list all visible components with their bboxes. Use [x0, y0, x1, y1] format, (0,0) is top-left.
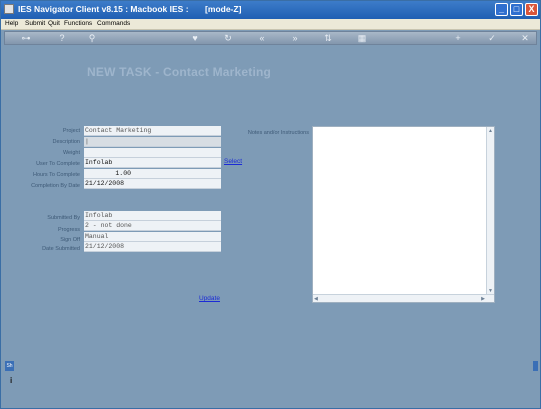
scroll-left-icon[interactable]: ◀: [314, 296, 318, 302]
submitted-by-label: Submitted By: [47, 215, 80, 221]
toolbar: ⊶ ? ⚲ ♥ ↻ « » ⇅ ▦ + ✓ ✕: [4, 31, 537, 45]
minimize-button[interactable]: _: [495, 3, 508, 16]
scroll-up-icon[interactable]: ▲: [488, 128, 493, 134]
submitted-by-field: Infolab: [84, 211, 221, 221]
notes-textarea[interactable]: ▲ ▼ ◀ ▶: [312, 126, 495, 303]
project-field[interactable]: Contact Marketing: [84, 126, 221, 136]
search-icon[interactable]: ⚲: [85, 33, 99, 44]
window-title: IES Navigator Client v8.15 : Macbook IES…: [18, 4, 242, 14]
notes-vertical-scrollbar[interactable]: ▲ ▼: [486, 127, 494, 295]
update-link[interactable]: Update: [199, 295, 220, 302]
date-submitted-label: Date Submitted: [42, 246, 80, 252]
sign-off-field: Manual: [84, 232, 221, 242]
sign-off-label: Sign Off: [60, 237, 80, 243]
weight-field[interactable]: [84, 148, 221, 158]
user-to-complete-label: User To Complete: [36, 161, 80, 167]
title-bar[interactable]: IES Navigator Client v8.15 : Macbook IES…: [1, 1, 540, 19]
weight-label: Weight: [62, 150, 80, 156]
description-field[interactable]: |: [84, 137, 221, 147]
description-label: Description: [52, 139, 80, 145]
app-icon: [4, 4, 14, 14]
fast-forward-icon[interactable]: »: [288, 33, 302, 44]
menu-bar: Help Submit Quit Functions Commands: [1, 19, 540, 30]
project-label: Project: [62, 128, 80, 134]
menu-help[interactable]: Help: [5, 20, 18, 27]
maximize-button[interactable]: □: [510, 3, 523, 16]
heart-icon[interactable]: ♥: [188, 33, 202, 44]
add-icon[interactable]: +: [451, 33, 465, 44]
toolbar-close-icon[interactable]: ✕: [518, 33, 532, 44]
menu-quit[interactable]: Quit: [48, 20, 60, 27]
progress-field: 2 - not done: [84, 221, 221, 231]
menu-submit[interactable]: Submit: [25, 20, 45, 27]
check-icon[interactable]: ✓: [485, 33, 499, 44]
application-window: IES Navigator Client v8.15 : Macbook IES…: [0, 0, 541, 409]
date-submitted-field: 21/12/2008: [84, 242, 221, 252]
select-user-link[interactable]: Select: [224, 158, 242, 165]
key-icon[interactable]: ⊶: [15, 33, 37, 44]
menu-commands[interactable]: Commands: [97, 20, 130, 27]
notes-label: Notes and/or Instructions: [247, 130, 309, 136]
info-icon[interactable]: i: [10, 376, 12, 385]
up-down-icon[interactable]: ⇅: [321, 33, 335, 44]
completion-date-label: Completion By Date: [31, 183, 80, 189]
hours-to-complete-field[interactable]: 1.00: [84, 169, 221, 179]
page-title: NEW TASK - Contact Marketing: [87, 65, 272, 79]
notes-horizontal-scrollbar[interactable]: ◀ ▶: [313, 294, 494, 302]
scroll-right-icon[interactable]: ▶: [481, 296, 485, 302]
right-side-tab[interactable]: [533, 361, 538, 371]
rewind-icon[interactable]: «: [255, 33, 269, 44]
side-tab[interactable]: Sh: [5, 361, 14, 371]
grid-icon[interactable]: ▦: [355, 33, 369, 44]
close-window-button[interactable]: X: [525, 3, 538, 16]
completion-date-field[interactable]: 21/12/2008: [84, 179, 221, 189]
menu-functions[interactable]: Functions: [64, 20, 92, 27]
hours-to-complete-label: Hours To Complete: [33, 172, 80, 178]
progress-label: Progress: [57, 227, 80, 233]
refresh-icon[interactable]: ↻: [221, 33, 235, 44]
help-icon[interactable]: ?: [55, 33, 69, 44]
user-to-complete-field[interactable]: Infolab: [84, 158, 221, 168]
